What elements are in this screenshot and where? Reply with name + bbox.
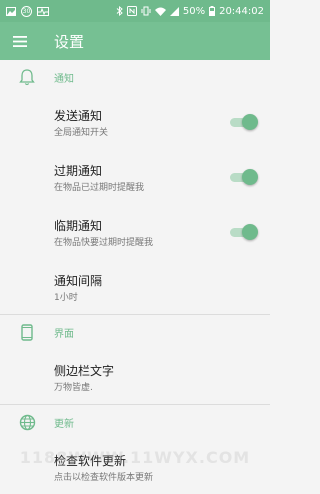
wifi-icon <box>154 7 166 16</box>
setting-expired-notification[interactable]: 过期通知 在物品已过期时提醒我 <box>0 149 270 204</box>
expired-notification-switch[interactable] <box>230 169 258 185</box>
setting-sidebar-text[interactable]: 侧边栏文字 万物皆虚. <box>0 349 270 404</box>
section-title: 界面 <box>54 328 74 340</box>
setting-expiring-notification[interactable]: 临期通知 在物品快要过期时提醒我 <box>0 204 270 259</box>
section-title: 更新 <box>54 418 74 430</box>
menu-button[interactable] <box>0 22 40 60</box>
expiring-notification-switch[interactable] <box>230 224 258 240</box>
signal-icon <box>169 6 179 16</box>
send-notification-switch[interactable] <box>230 114 258 130</box>
setting-send-notification[interactable]: 发送通知 全局通知开关 <box>0 94 270 149</box>
setting-notification-interval[interactable]: 通知间隔 1小时 <box>0 259 270 314</box>
setting-title: 过期通知 <box>54 164 103 178</box>
section-header-interface: 界面 <box>0 315 270 349</box>
nfc-icon <box>126 6 137 16</box>
battery-percent: 50% <box>182 5 206 17</box>
battery-icon <box>209 6 216 16</box>
setting-subtitle: 1小时 <box>54 293 78 303</box>
clock-time: 20:44:02 <box>219 5 264 17</box>
activity-icon <box>37 6 49 16</box>
bluetooth-icon <box>116 6 123 16</box>
setting-subtitle: 万物皆虚. <box>54 383 93 393</box>
hamburger-menu-icon <box>13 35 27 47</box>
setting-subtitle: 全局通知开关 <box>54 128 109 138</box>
section-header-update: 更新 <box>0 405 270 439</box>
section-header-notifications: 通知 <box>0 60 270 94</box>
vibrate-icon <box>141 6 151 16</box>
setting-title: 侧边栏文字 <box>54 364 115 378</box>
setting-subtitle: 点击以检查软件版本更新 <box>54 473 154 483</box>
watermark: 1188WWW.11WYX.COM <box>19 448 251 467</box>
section-title: 通知 <box>54 73 74 85</box>
app-toolbar: 设置 <box>0 22 270 60</box>
setting-subtitle: 在物品已过期时提醒我 <box>54 183 145 193</box>
setting-title: 发送通知 <box>54 109 103 123</box>
bell-icon <box>19 69 35 86</box>
phone-icon <box>21 323 33 341</box>
setting-title: 临期通知 <box>54 219 103 233</box>
setting-subtitle: 在物品快要过期时提醒我 <box>54 238 154 248</box>
status-bar: 30 50% 20:44:02 <box>0 0 270 22</box>
page-title: 设置 <box>54 32 85 51</box>
setting-title: 通知间隔 <box>54 274 103 288</box>
image-notification-icon <box>6 6 16 16</box>
globe-icon <box>19 414 35 430</box>
notification-count-badge: 30 <box>21 5 32 17</box>
